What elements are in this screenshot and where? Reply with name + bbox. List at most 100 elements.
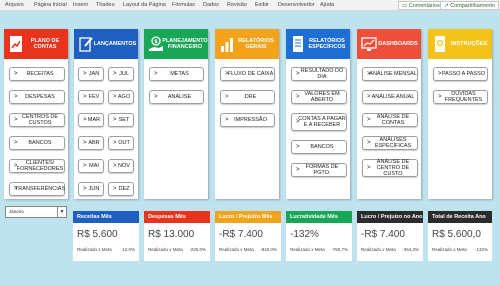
chevron-right-icon: > <box>367 117 371 123</box>
plano-centros-custos-button[interactable]: > CENTROS DE CUSTOS <box>9 113 65 127</box>
chevron-right-icon: > <box>83 117 87 123</box>
kpi-percent: -760,7% <box>331 247 348 252</box>
instr-duvidas-frequentes-button[interactable]: > DÚVIDAS FREQUENTES <box>433 90 488 104</box>
chevron-right-icon: > <box>113 140 117 146</box>
relesp-formas-pgto-button[interactable]: > FORMAS DE PGTO. <box>291 163 347 177</box>
kpi-percent: -225,0% <box>189 247 206 252</box>
panel-header: Lançamentos <box>74 29 138 59</box>
month-out-button[interactable]: > OUT <box>108 136 134 150</box>
kpi-title: Total de Receita Ano <box>428 211 492 223</box>
relesp-contas-pagar-receber-button[interactable]: > CONTAS A PAGAR E A RECEBER <box>291 113 347 131</box>
tab-exibir[interactable]: Exibir <box>255 2 269 8</box>
chevron-right-icon: > <box>225 117 229 123</box>
kpi-caption: Realizado x Meta <box>148 247 183 252</box>
chevron-right-icon: > <box>83 94 87 100</box>
plano-transferencias-button[interactable]: > TRANSFERÊNCIAS <box>9 182 65 196</box>
relesp-resultado-dia-button[interactable]: > RESULTADO DO DIA <box>291 67 347 81</box>
chevron-right-icon: > <box>113 186 117 192</box>
tab-inserir[interactable]: Inserir <box>73 2 88 8</box>
month-mai-button[interactable]: > MAI <box>78 159 104 173</box>
svg-text:$: $ <box>154 39 158 45</box>
plano-clientes-fornecedores-button[interactable]: > CLIENTES/ FORNECEDORES <box>9 159 65 173</box>
chevron-right-icon: > <box>14 186 18 192</box>
planejamento-analise-button[interactable]: > ANÁLISE <box>149 90 204 104</box>
month-select[interactable]: Janeiro ▼ <box>5 206 67 218</box>
kpi-receitas-mes: Receitas Mês R$ 5.600 Realizado x Meta 1… <box>73 211 139 261</box>
month-abr-button[interactable]: > ABR <box>78 136 104 150</box>
kpi-percent: -364,3% <box>402 247 419 252</box>
plano-receitas-button[interactable]: > RECEITAS <box>9 67 65 81</box>
tab-formulas[interactable]: Fórmulas <box>172 2 195 8</box>
relgerais-dre-button[interactable]: > DRE <box>220 90 275 104</box>
share-button[interactable]: ↗ Compartilhamento <box>440 1 500 10</box>
relesp-bancos-button[interactable]: > BANCOS <box>291 140 347 154</box>
document-chart-icon <box>10 36 22 52</box>
month-fev-button[interactable]: > FEV <box>78 90 104 104</box>
tab-pagina-inicial[interactable]: Página Inicial <box>34 2 67 8</box>
month-mar-button[interactable]: > MAR <box>78 113 104 127</box>
kpi-percent: -132% <box>474 247 488 252</box>
relgerais-fluxo-caixa-button[interactable]: > FLUXO DE CAIXA <box>220 67 275 81</box>
month-jul-button[interactable]: > JUL <box>108 67 134 81</box>
kpi-caption: Realizado x Meta <box>77 247 112 252</box>
kpi-title: Lucro / Prejuízo no Ano <box>357 211 423 223</box>
report-document-icon <box>293 36 303 52</box>
chevron-right-icon: > <box>438 94 442 100</box>
dash-analises-especificas-button[interactable]: > ANÁLISES ESPECÍFICAS <box>362 136 418 150</box>
chevron-right-icon: > <box>83 186 87 192</box>
kpi-caption: Realizado x Meta <box>432 247 467 252</box>
tab-layout-da-pagina[interactable]: Layout da Página <box>123 2 166 8</box>
chevron-right-icon: > <box>14 71 18 77</box>
panel-header: Dashboards <box>357 29 421 59</box>
month-set-button[interactable]: > SET <box>108 113 134 127</box>
kpi-value: R$ 13.000 <box>148 229 195 240</box>
month-jan-button[interactable]: > JAN <box>78 67 104 81</box>
dash-analise-mensal-button[interactable]: > ANÁLISE MENSAL <box>362 67 418 81</box>
chevron-right-icon: > <box>367 140 371 146</box>
panel-header: Relatórios Específicos <box>286 29 350 59</box>
month-jun-button[interactable]: > JUN <box>78 182 104 196</box>
month-dez-button[interactable]: > DEZ <box>108 182 134 196</box>
planejamento-metas-button[interactable]: > METAS <box>149 67 204 81</box>
chevron-right-icon: > <box>83 71 87 77</box>
chevron-right-icon: > <box>296 119 300 125</box>
kpi-value: R$ 5.600 <box>77 229 118 240</box>
tab-ajuda[interactable]: Ajuda <box>320 2 334 8</box>
chevron-right-icon: > <box>296 94 300 100</box>
kpi-title: Receitas Mês <box>73 211 139 223</box>
tab-desenvolvedor[interactable]: Desenvolvedor <box>278 2 315 8</box>
tab-dados[interactable]: Dados <box>203 2 219 8</box>
plano-despesas-button[interactable]: > DESPESAS <box>9 90 65 104</box>
dash-analise-centro-custo-button[interactable]: > ANÁLISE DE CENTRO DE CUSTO <box>362 159 418 177</box>
dash-analise-contas-button[interactable]: > ANÁLISE DE CONTAS <box>362 113 418 127</box>
relgerais-impressao-button[interactable]: > IMPRESSÃO <box>220 113 275 127</box>
dash-analise-anual-button[interactable]: > ANÁLISE ANUAL <box>362 90 418 104</box>
chevron-right-icon: > <box>113 117 117 123</box>
comments-button[interactable]: ▭ Comentários <box>398 1 444 10</box>
month-ago-button[interactable]: > AGO <box>108 90 134 104</box>
panel-header: Plano de Contas <box>4 29 68 59</box>
plano-bancos-button[interactable]: > BANCOS <box>9 136 65 150</box>
panel-lancamentos: Lançamentos > JAN > FEV > MAR > ABR > MAI > JU… <box>74 29 138 199</box>
relesp-valores-aberto-button[interactable]: > VALORES EM ABERTO <box>291 90 347 104</box>
kpi-lucro-prejuizo-ano: Lucro / Prejuízo no Ano -R$ 7.400 Realiz… <box>357 211 423 261</box>
kpi-title: Lucratividade Mês <box>286 211 352 223</box>
kpi-caption: Realizado x Meta <box>290 247 325 252</box>
kpi-percent: -840,0% <box>260 247 277 252</box>
tab-arquivo[interactable]: Arquivo <box>5 2 24 8</box>
money-hand-icon: $ <box>149 36 163 51</box>
kpi-total-receita-ano: Total de Receita Ano R$ 5.600,0 Realizad… <box>428 211 492 261</box>
tab-thadeu[interactable]: Thadeu <box>96 2 115 8</box>
kpi-title: Lucro / Prejuízo Mês <box>215 211 281 223</box>
instr-passo-a-passo-button[interactable]: > PASSO A PASSO <box>433 67 488 81</box>
share-icon: ↗ <box>444 3 449 9</box>
month-nov-button[interactable]: > NOV <box>108 159 134 173</box>
chevron-right-icon: > <box>438 71 442 77</box>
kpi-caption: Realizado x Meta <box>361 247 396 252</box>
chevron-right-icon: > <box>14 140 18 146</box>
kpi-caption: Realizado x Meta <box>219 247 254 252</box>
chevron-right-icon: > <box>367 71 371 77</box>
chevron-down-icon[interactable]: ▼ <box>57 207 66 217</box>
chevron-right-icon: > <box>14 117 18 123</box>
tab-revisao[interactable]: Revisão <box>227 2 247 8</box>
